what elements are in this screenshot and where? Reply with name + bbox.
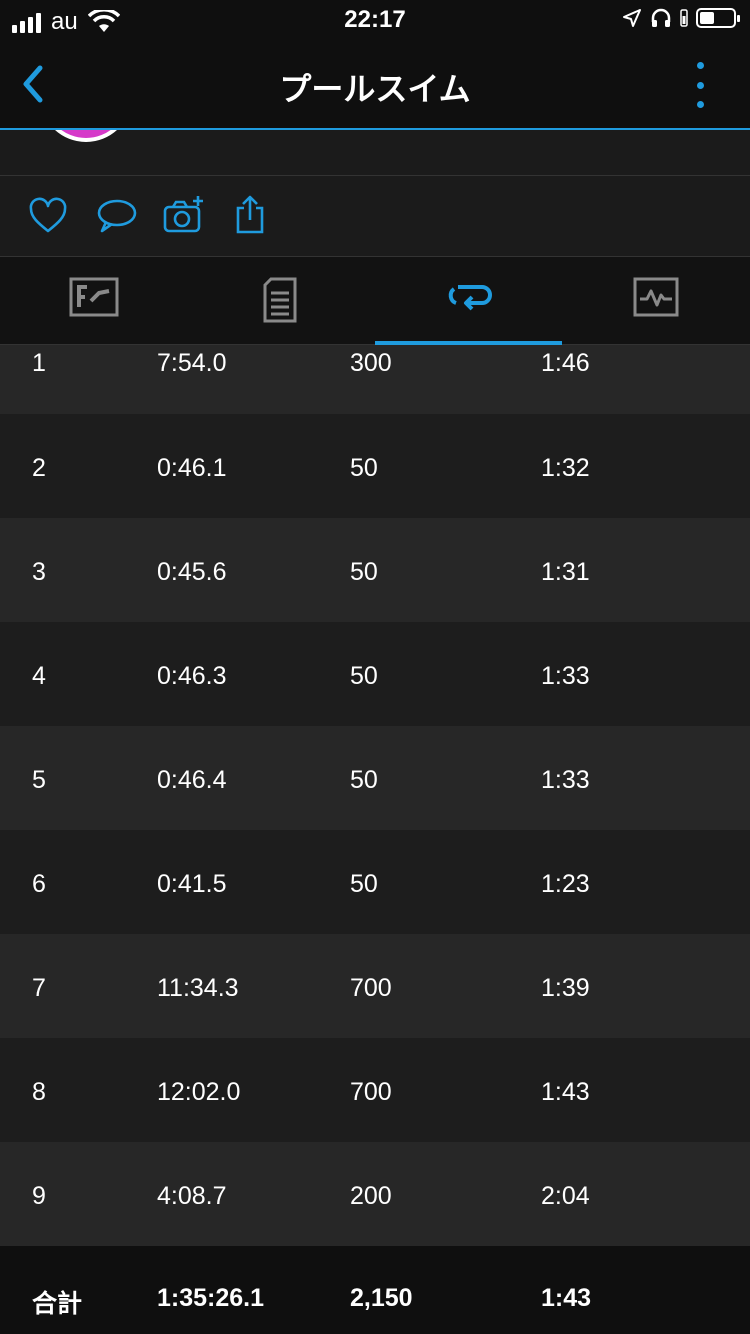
add-photo-icon[interactable] [162, 194, 206, 238]
lap-number: 9 [32, 1182, 46, 1210]
lap-time: 0:46.3 [157, 662, 227, 690]
lap-pace: 1:33 [541, 766, 590, 794]
lap-distance: 50 [350, 662, 378, 690]
lap-number: 8 [32, 1078, 46, 1106]
profile-strip [0, 130, 750, 176]
table-row[interactable]: 8 12:02.0 700 1:43 [0, 1038, 750, 1142]
lap-time: 11:34.3 [157, 974, 239, 1002]
more-menu-icon[interactable] [690, 62, 710, 108]
total-label: 合計 [32, 1290, 83, 1318]
tab-laps[interactable] [375, 257, 562, 345]
table-row[interactable]: 5 0:46.4 50 1:33 [0, 726, 750, 830]
lap-pace: 1:39 [541, 974, 590, 1002]
lap-pace: 1:31 [541, 558, 590, 586]
lap-time: 0:41.5 [157, 870, 227, 898]
battery-icon [696, 8, 740, 28]
headphones-icon [651, 8, 671, 27]
tab-details[interactable] [187, 257, 374, 344]
lap-distance: 50 [350, 454, 378, 482]
total-row: 合計 1:35:26.1 2,150 1:43 [0, 1246, 750, 1334]
details-icon [263, 277, 296, 323]
table-row[interactable]: 6 0:41.5 50 1:23 [0, 830, 750, 934]
lap-distance: 300 [350, 349, 392, 377]
table-row[interactable]: 2 0:46.1 50 1:32 [0, 414, 750, 518]
charts-icon [633, 277, 678, 317]
lap-number: 2 [32, 454, 46, 482]
lap-number: 6 [32, 870, 46, 898]
lap-number: 7 [32, 974, 46, 1002]
lap-pace: 2:04 [541, 1182, 590, 1210]
total-pace: 1:43 [541, 1284, 592, 1312]
lap-time: 0:46.4 [157, 766, 227, 794]
lap-time: 12:02.0 [157, 1078, 241, 1106]
lap-time: 7:54.0 [157, 349, 227, 377]
lap-distance: 50 [350, 558, 378, 586]
table-row[interactable]: 7 11:34.3 700 1:39 [0, 934, 750, 1038]
share-icon[interactable] [228, 194, 272, 238]
lap-distance: 50 [350, 870, 378, 898]
lap-time: 0:45.6 [157, 558, 227, 586]
laps-icon [448, 285, 492, 311]
battery-charging-icon [680, 9, 688, 27]
lap-pace: 1:33 [541, 662, 590, 690]
table-row[interactable]: 3 0:45.6 50 1:31 [0, 518, 750, 622]
page-title: プールスイム [279, 71, 471, 107]
lap-number: 1 [32, 349, 46, 377]
total-time: 1:35:26.1 [157, 1284, 265, 1312]
lap-number: 5 [32, 766, 46, 794]
avatar[interactable] [40, 130, 132, 142]
lap-distance: 700 [350, 974, 392, 1002]
tab-overview[interactable] [0, 257, 187, 344]
lap-number: 4 [32, 662, 46, 690]
tab-bar [0, 257, 750, 345]
heart-icon[interactable] [26, 194, 70, 238]
lap-distance: 50 [350, 766, 378, 794]
lap-pace: 1:43 [541, 1078, 590, 1106]
tab-charts[interactable] [562, 257, 749, 344]
overview-icon [69, 277, 118, 317]
action-row [0, 176, 750, 257]
lap-table: 1 7:54.0 300 1:46 2 0:46.1 50 1:32 3 0:4… [0, 345, 750, 1246]
lap-distance: 200 [350, 1182, 392, 1210]
table-row[interactable]: 4 0:46.3 50 1:33 [0, 622, 750, 726]
comment-icon[interactable] [94, 194, 138, 238]
table-row[interactable]: 9 4:08.7 200 2:04 [0, 1142, 750, 1246]
status-right [622, 8, 740, 28]
lap-number: 3 [32, 558, 46, 586]
status-bar: au 22:17 [0, 0, 750, 40]
lap-time: 0:46.1 [157, 454, 227, 482]
lap-pace: 1:46 [541, 349, 590, 377]
lap-time: 4:08.7 [157, 1182, 227, 1210]
lap-pace: 1:32 [541, 454, 590, 482]
total-distance: 2,150 [350, 1284, 413, 1312]
nav-bar: プールスイム [0, 40, 750, 130]
lap-distance: 700 [350, 1078, 392, 1106]
table-row[interactable]: 1 7:54.0 300 1:46 [0, 345, 750, 414]
location-icon [623, 9, 641, 27]
lap-pace: 1:23 [541, 870, 590, 898]
